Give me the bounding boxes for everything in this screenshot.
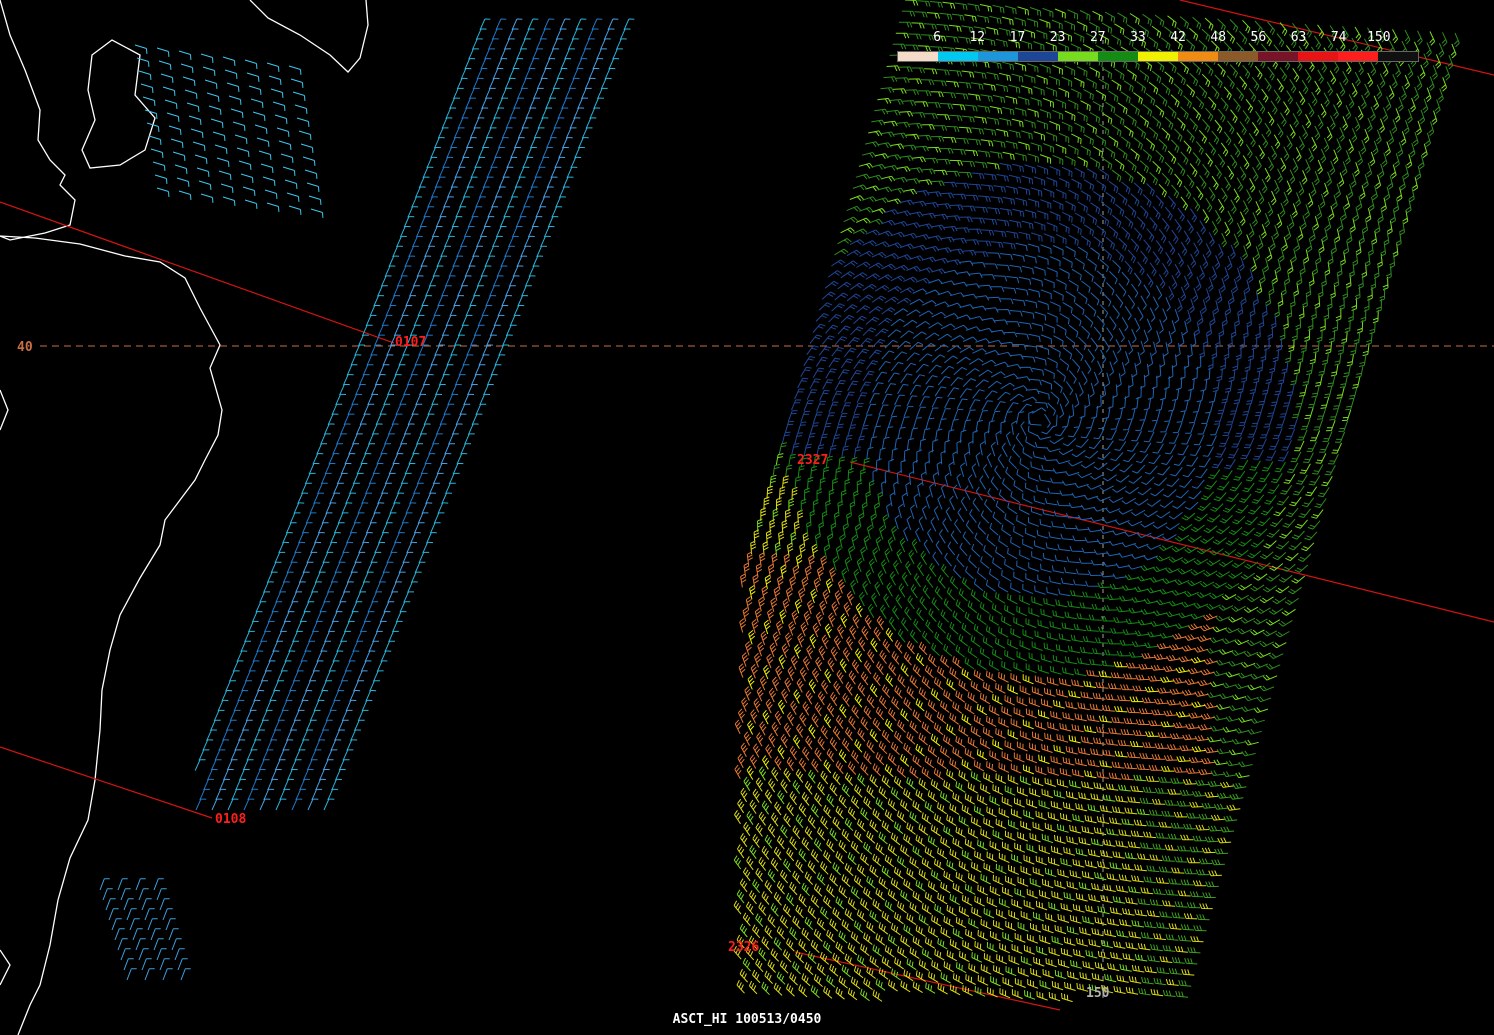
legend-swatch — [1058, 52, 1098, 61]
legend-tick-label: 33 — [1130, 30, 1146, 45]
legend-swatch — [978, 52, 1018, 61]
legend-swatch — [938, 52, 978, 61]
legend-swatch — [1098, 52, 1138, 61]
pass-time-label-2326: 2326 — [728, 940, 759, 955]
pass-time-label-0107: 0107 — [395, 335, 426, 350]
legend-tick-label: 6 — [933, 30, 942, 45]
legend-tick-label: 12 — [969, 30, 986, 45]
product-caption: ASCT_HI 100513/0450 — [672, 1012, 822, 1027]
legend-swatch — [898, 52, 938, 61]
legend-tick-label: 63 — [1290, 30, 1307, 45]
pass-time-label-0108: 0108 — [215, 812, 246, 827]
legend-ticks: 6 12 17 23 27 33 42 48 56 63 74 150 — [897, 30, 1419, 48]
legend-tick-label: 42 — [1170, 30, 1186, 45]
longitude-label-150: 150 — [1086, 986, 1110, 1001]
legend-swatch — [1258, 52, 1298, 61]
legend-swatch — [1218, 52, 1258, 61]
legend-tick-label: 23 — [1049, 30, 1066, 45]
legend-color-bar — [897, 51, 1419, 62]
legend-tick-label: 17 — [1009, 30, 1026, 45]
legend-swatch — [1018, 52, 1058, 61]
legend-swatch — [1338, 52, 1378, 61]
legend-tick-label: 74 — [1330, 30, 1347, 45]
legend-swatch — [1138, 52, 1178, 61]
legend-tick-label: 56 — [1250, 30, 1267, 45]
legend-swatch — [1178, 52, 1218, 61]
legend-tick-label: 27 — [1089, 30, 1106, 45]
pass-time-label-2327: 2327 — [797, 453, 828, 468]
legend-tick-label: 150 — [1367, 30, 1391, 45]
wind-speed-legend: 6 12 17 23 27 33 42 48 56 63 74 150 — [897, 30, 1419, 64]
legend-swatch — [1298, 52, 1338, 61]
legend-swatch — [1378, 52, 1418, 61]
latitude-label-40: 40 — [17, 340, 33, 355]
legend-tick-label: 48 — [1210, 30, 1227, 45]
wind-barb-map: 40 150 0107 0108 2327 2326 — [0, 0, 1494, 1035]
